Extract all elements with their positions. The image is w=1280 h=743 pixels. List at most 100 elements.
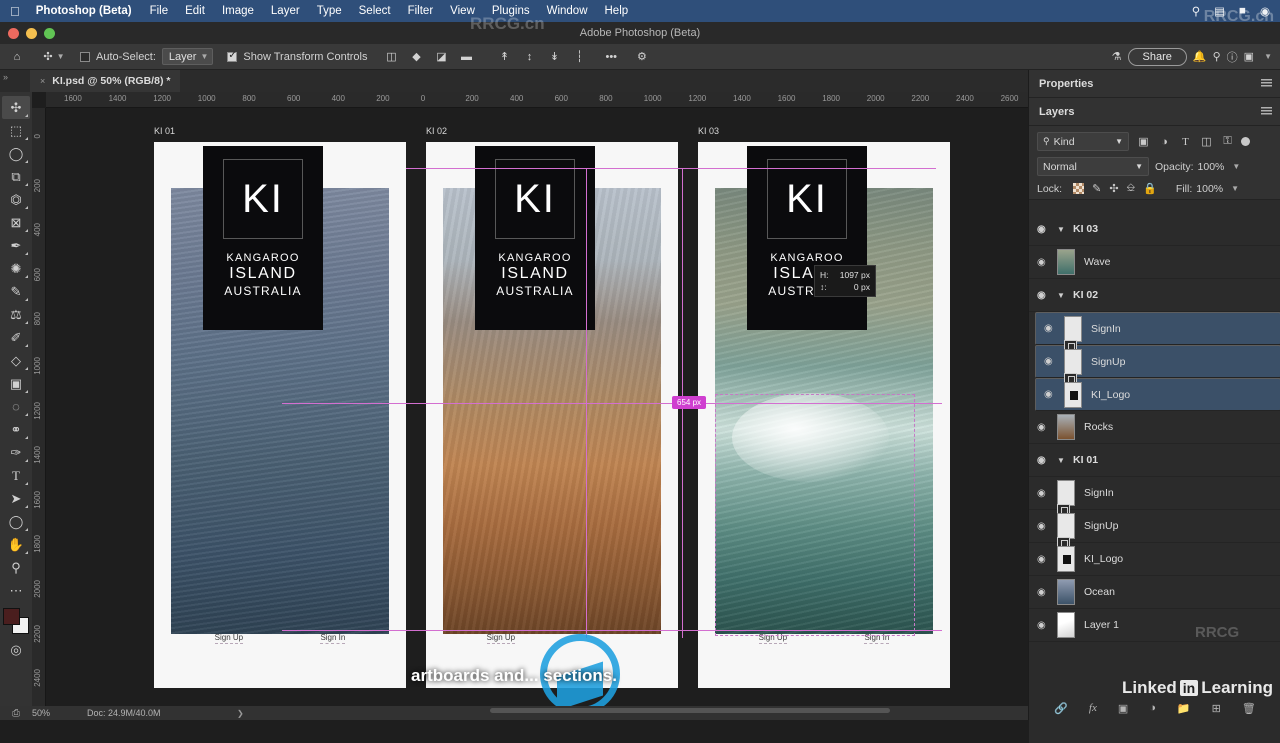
- filter-pixel-icon[interactable]: ▣: [1135, 133, 1152, 150]
- layer-row[interactable]: ◉ ▼ KI 01: [1029, 444, 1280, 477]
- align-right-edges-icon[interactable]: ◪: [429, 46, 453, 68]
- layer-name[interactable]: KI_Logo: [1091, 389, 1130, 401]
- layer-thumbnail[interactable]: [1057, 612, 1075, 638]
- layer-row[interactable]: ◉ Layer 1: [1029, 609, 1280, 642]
- more-options-button[interactable]: •••: [605, 44, 617, 70]
- layer-thumbnail[interactable]: [1057, 579, 1075, 605]
- hand-tool[interactable]: ✋: [2, 533, 30, 556]
- layer-row[interactable]: ◉ Wave: [1029, 246, 1280, 279]
- menu-layer[interactable]: Layer: [271, 5, 300, 17]
- layer-visibility-icon[interactable]: ◉: [1044, 356, 1064, 367]
- ellipse-tool[interactable]: ◯: [2, 510, 30, 533]
- link-layers-icon[interactable]: 🔗: [1054, 702, 1068, 715]
- panel-menu-icon[interactable]: [1261, 79, 1272, 88]
- home-icon[interactable]: ⌂: [0, 44, 34, 70]
- auto-select-scope-dropdown[interactable]: Layer ▼: [161, 48, 214, 65]
- status-expand-icon[interactable]: ❯: [237, 709, 244, 718]
- layers-list[interactable]: ◉ ▼ KI 03 ◉ Wave ◉ ▼ KI 02 ◉ SignIn ◉ SignUp ◉ KI_Log…: [1029, 213, 1280, 743]
- path-selection-tool[interactable]: ➤: [2, 487, 30, 510]
- layer-name[interactable]: KI 03: [1073, 223, 1098, 235]
- distribute-top-edges-icon[interactable]: ↟: [492, 46, 516, 68]
- filter-smart-object-icon[interactable]: ⚿: [1219, 133, 1236, 150]
- filter-shape-icon[interactable]: ◫: [1198, 133, 1215, 150]
- layer-visibility-icon[interactable]: ◉: [1037, 224, 1057, 235]
- artboard-2-logo[interactable]: KI KANGAROO ISLAND AUSTRALIA: [475, 146, 595, 330]
- distribute-bottom-edges-icon[interactable]: ↡: [542, 46, 566, 68]
- artboard-ki-01[interactable]: KI KANGAROO ISLAND AUSTRALIA Sign Up Sig…: [154, 142, 406, 688]
- blur-tool[interactable]: ◌: [2, 395, 30, 418]
- rectangular-marquee-tool[interactable]: ⬚: [2, 119, 30, 142]
- quick-mask-icon[interactable]: ◎: [2, 638, 30, 661]
- brush-tool[interactable]: ✎: [2, 280, 30, 303]
- layer-row[interactable]: ◉ KI_Logo: [1029, 543, 1280, 576]
- chevron-down-icon[interactable]: ▼: [1115, 137, 1123, 146]
- type-tool[interactable]: T: [2, 464, 30, 487]
- layer-name[interactable]: Layer 1: [1084, 619, 1119, 631]
- sign-in-button[interactable]: Sign In: [320, 633, 346, 644]
- layers-panel-header[interactable]: Layers: [1029, 98, 1280, 126]
- filter-type-icon[interactable]: T: [1177, 133, 1194, 150]
- layer-row[interactable]: ◉ Ocean: [1029, 576, 1280, 609]
- menu-edit[interactable]: Edit: [185, 5, 205, 17]
- menu-file[interactable]: File: [150, 5, 169, 17]
- layer-row[interactable]: ◉ ▼ KI 02: [1029, 279, 1280, 312]
- layer-visibility-icon[interactable]: ◉: [1037, 620, 1057, 631]
- pen-tool[interactable]: ✑: [2, 441, 30, 464]
- layer-thumbnail[interactable]: [1057, 546, 1075, 572]
- close-tab-icon[interactable]: ×: [40, 76, 45, 86]
- dodge-tool[interactable]: ⚭: [2, 418, 30, 441]
- layer-thumbnail[interactable]: [1057, 480, 1075, 515]
- panel-menu-icon[interactable]: [1261, 107, 1272, 116]
- layer-name[interactable]: SignUp: [1084, 520, 1118, 532]
- crop-tool[interactable]: ⏣: [2, 188, 30, 211]
- opacity-value[interactable]: 100%: [1198, 161, 1225, 173]
- vertical-ruler[interactable]: 0 200 400 600 800 1000 1200 1400 1600 1800 2000 220…: [32, 108, 46, 706]
- filter-toggle-icon[interactable]: [1241, 137, 1250, 146]
- bell-icon[interactable]: 🔔: [1193, 50, 1207, 63]
- horizontal-scrollbar[interactable]: [490, 708, 890, 713]
- show-transform-controls-checkbox[interactable]: [227, 50, 238, 62]
- layer-row[interactable]: ◉ ▼ KI 03: [1029, 213, 1280, 246]
- history-brush-tool[interactable]: ✐: [2, 326, 30, 349]
- layer-name[interactable]: KI_Logo: [1084, 553, 1123, 565]
- delete-layer-icon[interactable]: 🗑: [1242, 702, 1256, 715]
- eraser-tool[interactable]: ◇: [2, 349, 30, 372]
- object-selection-tool[interactable]: ⧉: [2, 165, 30, 188]
- apple-icon[interactable]: : [10, 4, 20, 19]
- layer-visibility-icon[interactable]: ◉: [1037, 521, 1057, 532]
- menu-help[interactable]: Help: [605, 5, 629, 17]
- layer-row[interactable]: ◉ SignIn: [1029, 477, 1280, 515]
- menu-view[interactable]: View: [450, 5, 475, 17]
- layer-visibility-icon[interactable]: ◉: [1037, 554, 1057, 565]
- layer-style-icon[interactable]: fx: [1089, 702, 1097, 714]
- menu-filter[interactable]: Filter: [408, 5, 434, 17]
- screen-mode-icon[interactable]: ⎙: [0, 708, 32, 719]
- lock-transparent-pixels-icon[interactable]: [1073, 183, 1085, 194]
- layer-row[interactable]: ◉ SignIn: [1035, 312, 1280, 351]
- gradient-tool[interactable]: ▣: [2, 372, 30, 395]
- zoom-level-field[interactable]: 50%: [32, 708, 87, 718]
- healing-brush-tool[interactable]: ✺: [2, 257, 30, 280]
- adjustment-layer-icon[interactable]: ◑: [1149, 702, 1156, 714]
- lasso-tool[interactable]: ◯: [2, 142, 30, 165]
- layer-visibility-icon[interactable]: ◉: [1037, 290, 1057, 301]
- distribute-left-edges-icon[interactable]: ┆: [567, 46, 591, 68]
- eyedropper-tool[interactable]: ✒: [2, 234, 30, 257]
- layer-visibility-icon[interactable]: ◉: [1037, 587, 1057, 598]
- align-horizontal-centers-icon[interactable]: ◆: [404, 46, 428, 68]
- search-icon[interactable]: ⚲: [1213, 50, 1221, 63]
- layer-visibility-icon[interactable]: ◉: [1044, 323, 1064, 334]
- foreground-color-swatch[interactable]: [3, 608, 20, 625]
- lock-artboard-nesting-icon[interactable]: ⎒: [1127, 182, 1136, 195]
- layer-name[interactable]: KI 02: [1073, 289, 1098, 301]
- document-tab[interactable]: × KI.psd @ 50% (RGB/8) *: [30, 70, 181, 92]
- layer-row[interactable]: ◉ SignUp: [1029, 510, 1280, 548]
- menu-type[interactable]: Type: [317, 5, 342, 17]
- layer-filter-kind-dropdown[interactable]: ⚲ Kind ▼: [1037, 132, 1129, 151]
- layer-name[interactable]: Wave: [1084, 256, 1110, 268]
- layer-row[interactable]: ◉ KI_Logo: [1035, 378, 1280, 411]
- sign-up-button[interactable]: Sign Up: [486, 633, 516, 644]
- menubar-battery-icon[interactable]: ■: [1239, 5, 1246, 17]
- layer-visibility-icon[interactable]: ◉: [1037, 455, 1057, 466]
- new-group-icon[interactable]: 📁: [1177, 702, 1191, 715]
